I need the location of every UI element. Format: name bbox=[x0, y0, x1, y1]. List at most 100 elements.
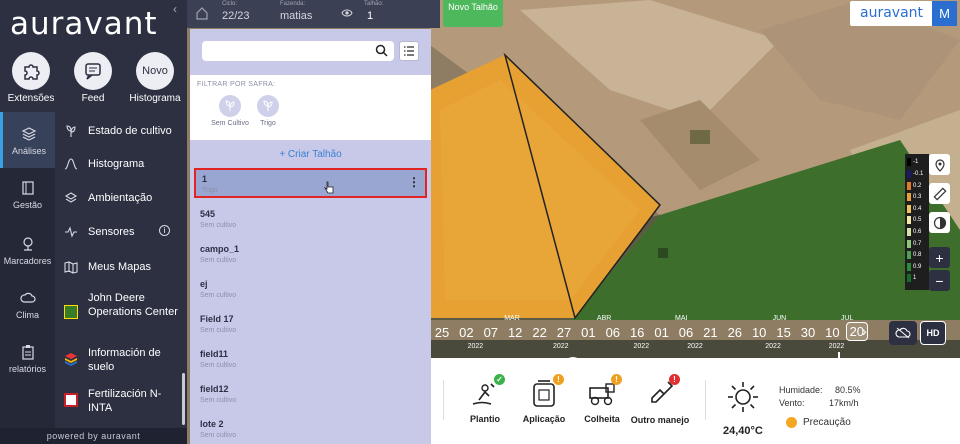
rail-item-relatorios[interactable]: relatórios bbox=[0, 344, 55, 374]
timeline-date[interactable]: 27 bbox=[553, 325, 575, 340]
timeline-month: MAI bbox=[675, 315, 688, 322]
sprout-icon bbox=[257, 95, 279, 117]
field-name: 1 bbox=[202, 174, 208, 184]
status-badge: ✓ bbox=[494, 374, 505, 385]
location-button[interactable] bbox=[929, 154, 950, 175]
menu-histograma[interactable]: Histograma bbox=[64, 157, 184, 171]
fazenda-value[interactable]: matias bbox=[280, 10, 312, 22]
timeline-date[interactable]: 01 bbox=[651, 325, 673, 340]
search-icon[interactable] bbox=[375, 44, 388, 57]
timeline-date[interactable]: 22 bbox=[529, 325, 551, 340]
field-list-item[interactable]: campo_1 Sem cultivo bbox=[194, 240, 427, 270]
talhao-value[interactable]: 1 bbox=[367, 10, 373, 22]
more-options-icon[interactable]: ⋮ bbox=[408, 175, 420, 189]
menu-informacion-suelo[interactable]: Información de suelo bbox=[64, 346, 184, 374]
field-list-item[interactable]: field11 Sem cultivo bbox=[194, 345, 427, 375]
menu-label: Fertilización N-INTA bbox=[88, 388, 162, 414]
timeline-date[interactable]: 10 bbox=[748, 325, 770, 340]
sidebar-scrollbar[interactable] bbox=[182, 373, 185, 425]
rail-item-clima[interactable]: Clima bbox=[0, 290, 55, 320]
info-icon[interactable]: i bbox=[159, 225, 170, 236]
list-view-button[interactable] bbox=[399, 41, 419, 61]
field-name: lote 2 bbox=[200, 419, 224, 429]
legend-swatch bbox=[907, 169, 911, 178]
field-list-item[interactable]: Field 17 Sem cultivo bbox=[194, 310, 427, 340]
image-date-timeline[interactable]: 25 02 07 12 22 27 01 06 16 01 06 21 26 10 15 30 10 20 MAR A… bbox=[431, 315, 868, 353]
timeline-date[interactable]: 26 bbox=[724, 325, 746, 340]
timeline-date[interactable]: 01 bbox=[577, 325, 599, 340]
extensions-button[interactable]: Extensões bbox=[0, 52, 62, 104]
fields-panel: FILTRAR POR SAFRA: Sem Cultivo Trigo + C… bbox=[190, 29, 431, 444]
zoom-out-button[interactable]: − bbox=[929, 270, 950, 291]
timeline-date[interactable]: 30 bbox=[797, 325, 819, 340]
app-logo: auravant bbox=[10, 6, 158, 42]
action-aplicacao[interactable]: ! Aplicação bbox=[514, 374, 574, 424]
contrast-button[interactable] bbox=[929, 212, 950, 233]
timeline-date[interactable]: 10 bbox=[821, 325, 843, 340]
brand-badge[interactable]: auravant M bbox=[850, 1, 957, 26]
timeline-month: JUL bbox=[840, 315, 854, 322]
rail-item-gestao[interactable]: Gestão bbox=[0, 180, 55, 210]
field-list-item[interactable]: lote 2 Sem cultivo bbox=[194, 415, 427, 444]
field-search-input[interactable] bbox=[202, 41, 394, 61]
menu-john-deere[interactable]: John Deere Operations Center bbox=[64, 291, 184, 319]
rail-item-analises[interactable]: Análises bbox=[0, 112, 55, 168]
timeline-date[interactable]: 25 bbox=[431, 325, 453, 340]
crop-filter: FILTRAR POR SAFRA: Sem Cultivo Trigo bbox=[190, 75, 431, 140]
timeline-date[interactable]: 15 bbox=[773, 325, 795, 340]
eye-icon[interactable] bbox=[341, 8, 353, 18]
zoom-in-button[interactable]: + bbox=[929, 247, 950, 268]
user-avatar[interactable]: M bbox=[932, 1, 957, 26]
field-crop: Sem cultivo bbox=[200, 432, 237, 439]
timeline-date[interactable]: 06 bbox=[675, 325, 697, 340]
menu-meus-mapas[interactable]: Meus Mapas bbox=[64, 260, 184, 274]
field-list-item[interactable]: 545 Sem cultivo bbox=[194, 205, 427, 235]
field-name: ej bbox=[200, 279, 208, 289]
timeline-date[interactable]: 06 bbox=[602, 325, 624, 340]
histogram-new-button[interactable]: Novo Histograma bbox=[124, 52, 186, 104]
caution-dot bbox=[786, 417, 797, 428]
new-field-button[interactable]: Novo Talhão bbox=[443, 0, 503, 27]
legend-entry: 0.9 bbox=[907, 262, 929, 271]
action-colheita[interactable]: ! Colheita bbox=[572, 374, 632, 424]
timeline-year: 2022 bbox=[765, 343, 781, 350]
field-list-item[interactable]: 1 Trigo ⋮ bbox=[194, 168, 427, 198]
hd-toggle-button[interactable]: HD bbox=[920, 321, 946, 345]
ciclo-value[interactable]: 22/23 bbox=[222, 10, 250, 22]
field-list-item[interactable]: ej Sem cultivo bbox=[194, 275, 427, 305]
timeline-next-icon[interactable]: › bbox=[862, 323, 867, 339]
timeline-date[interactable]: 02 bbox=[455, 325, 477, 340]
cloud-filter-button[interactable] bbox=[889, 321, 917, 345]
sprout-icon bbox=[219, 95, 241, 117]
crosshair-icon bbox=[829, 352, 849, 372]
bell-curve-icon bbox=[64, 158, 78, 170]
legend-swatch bbox=[907, 262, 911, 271]
pulse-icon bbox=[65, 226, 77, 238]
timeline-date[interactable]: 21 bbox=[699, 325, 721, 340]
action-plantio[interactable]: ✓ Plantio bbox=[455, 374, 515, 424]
menu-label: Estado de cultivo bbox=[88, 125, 172, 137]
collapse-sidebar-icon[interactable]: ‹ bbox=[173, 2, 177, 16]
legend-value: 0.6 bbox=[913, 228, 922, 235]
field-list-item[interactable]: field12 Sem cultivo bbox=[194, 380, 427, 410]
legend-entry: -1 bbox=[907, 158, 929, 167]
measure-button[interactable] bbox=[929, 183, 950, 204]
menu-sensores[interactable]: Sensores i bbox=[64, 225, 184, 239]
menu-estado-de-cultivo[interactable]: Estado de cultivo bbox=[64, 124, 184, 138]
timeline-date[interactable]: 12 bbox=[504, 325, 526, 340]
timeline-year: 2022 bbox=[553, 343, 569, 350]
legend-value: 0.4 bbox=[913, 205, 922, 212]
feed-button[interactable]: Feed bbox=[62, 52, 124, 104]
home-icon[interactable] bbox=[195, 6, 209, 20]
timeline-date[interactable]: 16 bbox=[626, 325, 648, 340]
legend-entry: 0.2 bbox=[907, 181, 929, 190]
location-pin-icon bbox=[934, 158, 945, 172]
menu-ambientacao[interactable]: Ambientação bbox=[64, 191, 184, 205]
action-outro-manejo[interactable]: ! Outro manejo bbox=[630, 374, 690, 426]
timeline-date[interactable]: 07 bbox=[480, 325, 502, 340]
crop-filter-trigo[interactable]: Trigo bbox=[243, 95, 293, 127]
rail-item-marcadores[interactable]: Marcadores bbox=[0, 236, 55, 266]
divider bbox=[443, 380, 444, 420]
create-field-link[interactable]: + Criar Talhão bbox=[190, 149, 431, 160]
menu-fertilizacion-inta[interactable]: Fertilización N-INTA bbox=[64, 387, 184, 415]
